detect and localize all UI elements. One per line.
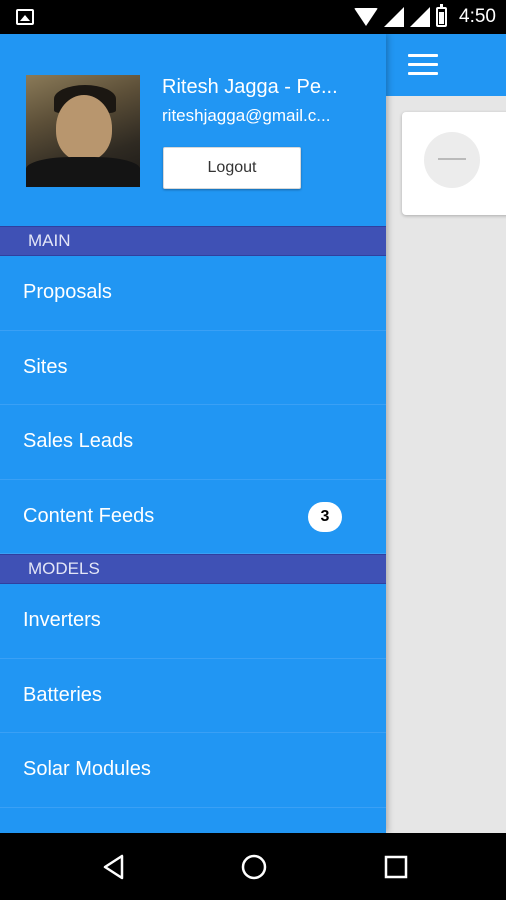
back-icon[interactable] [100,853,128,881]
content-card[interactable] [402,112,506,215]
menu-item-sales-leads[interactable]: Sales Leads [0,405,386,480]
menu-item-label: Solar Modules [23,758,151,781]
avatar [26,75,140,187]
menu-item-label: Content Feeds [23,504,155,527]
user-email: riteshjagga@gmail.c... [162,106,331,125]
section-header-main: MAIN [0,226,386,256]
menu-icon[interactable] [408,54,438,76]
menu-item-label: Proposals [23,281,112,304]
menu-item-batteries[interactable]: Batteries [0,659,386,733]
signal-icon [384,7,405,27]
count-badge: 3 [308,501,342,532]
home-icon[interactable] [240,853,268,881]
app-bar [386,34,506,96]
menu-item-solar-modules[interactable]: Solar Modules [0,733,386,808]
card-avatar-logo [438,158,466,160]
image-icon [16,9,34,25]
user-name: Ritesh Jagga - Pe... [162,76,338,98]
card-avatar [424,132,480,188]
menu-item-inverters[interactable]: Inverters [0,584,386,659]
section-header-models: MODELS [0,554,386,584]
wifi-icon [354,8,379,26]
battery-icon [436,4,448,27]
logout-button[interactable]: Logout [163,147,301,189]
status-bar: 4:50 [0,0,506,34]
menu-item-proposals[interactable]: Proposals [0,256,386,331]
status-time: 4:50 [459,6,496,27]
menu-item-label: Sites [23,355,68,378]
menu-item-content-feeds[interactable]: Content Feeds 3 [0,480,386,554]
signal-icon [410,7,431,27]
recents-icon[interactable] [382,853,410,881]
system-navigation-bar [0,833,506,900]
menu-item-sites[interactable]: Sites [0,331,386,405]
menu-item-label: Sales Leads [23,430,134,453]
status-icons: 4:50 [354,0,496,34]
menu-item-label: Inverters [23,609,101,632]
menu-item-label: Batteries [23,683,102,706]
profile-header: Ritesh Jagga - Pe... riteshjagga@gmail.c… [0,34,386,226]
navigation-drawer: Ritesh Jagga - Pe... riteshjagga@gmail.c… [0,34,386,833]
